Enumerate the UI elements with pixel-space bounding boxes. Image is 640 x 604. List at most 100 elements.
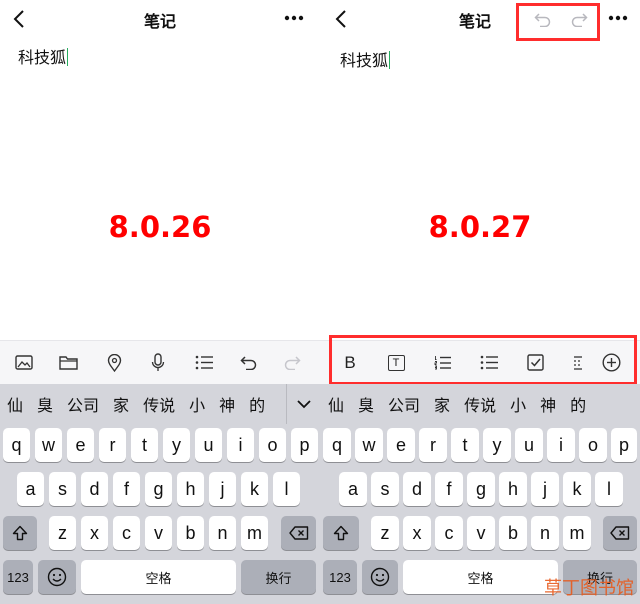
key-row-1: q w e r t y u i o p — [0, 428, 320, 462]
candidate-item[interactable]: 的 — [249, 392, 265, 416]
key[interactable]: t — [131, 428, 158, 462]
key[interactable]: f — [435, 472, 463, 506]
list-button[interactable] — [193, 348, 215, 378]
candidate-item[interactable]: 公司 — [388, 392, 420, 416]
delete-key[interactable] — [603, 516, 637, 550]
candidate-item[interactable]: 小 — [189, 392, 205, 416]
key[interactable]: k — [563, 472, 591, 506]
insert-image-button[interactable] — [14, 348, 34, 378]
emoji-key[interactable] — [38, 560, 76, 594]
candidate-item[interactable]: 传说 — [464, 392, 496, 416]
note-editor[interactable]: 科技狐 — [18, 44, 69, 68]
candidate-item[interactable]: 臭 — [37, 392, 53, 416]
more-button[interactable] — [606, 8, 630, 28]
key[interactable]: q — [3, 428, 30, 462]
numbers-key[interactable]: 123 — [323, 560, 357, 594]
version-label: 8.0.27 — [428, 210, 532, 244]
key[interactable]: r — [99, 428, 126, 462]
candidate-item[interactable]: 小 — [510, 392, 526, 416]
key[interactable]: t — [451, 428, 479, 462]
insert-file-button[interactable] — [58, 348, 78, 378]
key[interactable]: a — [339, 472, 367, 506]
expand-candidates-button[interactable] — [286, 384, 320, 424]
key[interactable]: j — [531, 472, 559, 506]
key[interactable]: o — [259, 428, 286, 462]
key[interactable]: g — [145, 472, 172, 506]
key[interactable]: w — [35, 428, 62, 462]
candidate-item[interactable]: 的 — [570, 392, 586, 416]
key[interactable]: m — [563, 516, 591, 550]
key[interactable]: s — [49, 472, 76, 506]
candidate-item[interactable]: 臭 — [358, 392, 374, 416]
candidate-item[interactable]: 神 — [219, 392, 235, 416]
insert-location-button[interactable] — [104, 348, 124, 378]
note-editor[interactable]: 科技狐 — [340, 47, 391, 71]
key[interactable]: z — [49, 516, 76, 550]
shift-key[interactable] — [3, 516, 37, 550]
key[interactable]: h — [499, 472, 527, 506]
key[interactable]: b — [499, 516, 527, 550]
key[interactable]: y — [163, 428, 190, 462]
key[interactable]: i — [547, 428, 575, 462]
key[interactable]: v — [145, 516, 172, 550]
key[interactable]: x — [81, 516, 108, 550]
key[interactable]: g — [467, 472, 495, 506]
key[interactable]: u — [195, 428, 222, 462]
key[interactable]: q — [323, 428, 351, 462]
key[interactable]: f — [113, 472, 140, 506]
numbers-key[interactable]: 123 — [3, 560, 33, 594]
delete-key[interactable] — [281, 516, 316, 550]
key[interactable]: l — [595, 472, 623, 506]
key[interactable]: n — [209, 516, 236, 550]
key[interactable]: a — [17, 472, 44, 506]
key[interactable]: u — [515, 428, 543, 462]
key[interactable]: z — [371, 516, 399, 550]
emoji-key[interactable] — [362, 560, 398, 594]
key[interactable]: c — [113, 516, 140, 550]
key[interactable]: e — [67, 428, 94, 462]
key[interactable]: o — [579, 428, 607, 462]
space-key[interactable]: 空格 — [403, 560, 558, 594]
candidate-item[interactable]: 传说 — [143, 392, 175, 416]
more-button[interactable] — [282, 8, 306, 28]
key[interactable]: p — [611, 428, 637, 462]
candidate-item[interactable]: 神 — [540, 392, 556, 416]
space-key[interactable]: 空格 — [81, 560, 236, 594]
return-key[interactable]: 换行 — [241, 560, 316, 594]
candidate-item[interactable]: 公司 — [67, 392, 99, 416]
candidate-item[interactable]: 家 — [113, 392, 129, 416]
undo-button[interactable] — [238, 348, 258, 378]
key[interactable]: w — [355, 428, 383, 462]
key[interactable]: c — [435, 516, 463, 550]
page-title: 笔记 — [143, 14, 176, 31]
key[interactable]: m — [241, 516, 268, 550]
key[interactable]: n — [531, 516, 559, 550]
shift-key[interactable] — [323, 516, 359, 550]
chevron-left-icon — [335, 10, 346, 28]
key[interactable]: k — [241, 472, 268, 506]
back-button[interactable] — [330, 6, 352, 32]
key[interactable]: y — [483, 428, 511, 462]
key[interactable]: s — [371, 472, 399, 506]
key[interactable]: b — [177, 516, 204, 550]
candidate-item[interactable]: 仙 — [328, 392, 344, 416]
voice-input-button[interactable] — [148, 348, 168, 378]
phone-screen-right: 笔记 科技狐 8.0.27 B T 仙 臭 公司 家 传说 小 神 的 q w … — [320, 0, 640, 604]
key[interactable]: j — [209, 472, 236, 506]
key[interactable]: e — [387, 428, 415, 462]
candidate-item[interactable]: 仙 — [7, 392, 23, 416]
key[interactable]: r — [419, 428, 447, 462]
emoji-icon — [47, 567, 67, 587]
key[interactable]: d — [81, 472, 108, 506]
candidate-item[interactable]: 家 — [434, 392, 450, 416]
key[interactable]: l — [273, 472, 300, 506]
key[interactable]: i — [227, 428, 254, 462]
key[interactable]: d — [403, 472, 431, 506]
back-button[interactable] — [8, 6, 30, 32]
key-row-3: z x c v b n m — [320, 516, 640, 550]
key[interactable]: h — [177, 472, 204, 506]
key[interactable]: x — [403, 516, 431, 550]
redo-button[interactable] — [282, 348, 302, 378]
key[interactable]: v — [467, 516, 495, 550]
key[interactable]: p — [291, 428, 318, 462]
